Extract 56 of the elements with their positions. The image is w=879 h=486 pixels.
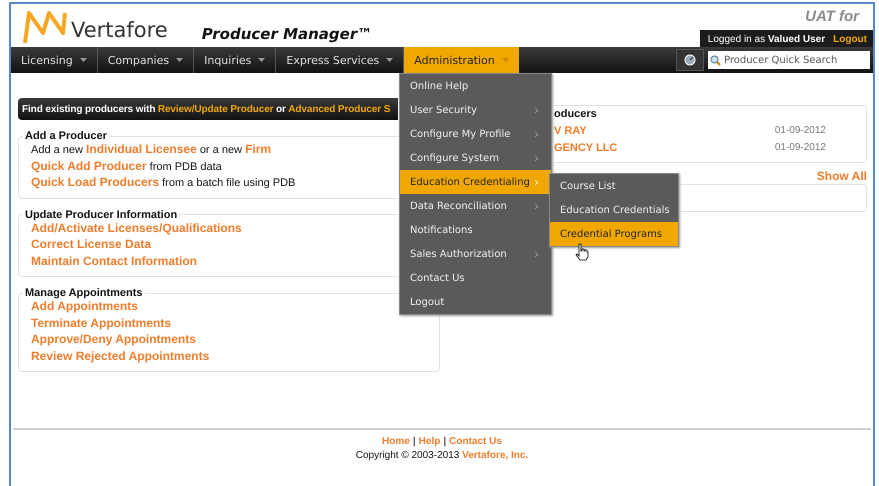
- nav-item[interactable]: Licensing: [11, 47, 98, 73]
- dashboard-button[interactable]: [676, 49, 704, 71]
- section-title: Manage Appointments: [24, 287, 144, 299]
- menu-item[interactable]: Configure My Profile: [400, 122, 551, 146]
- banner-text: or: [276, 104, 286, 114]
- logo-icon: [23, 9, 67, 45]
- section-text: Add a new: [31, 144, 83, 156]
- caret-icon: [502, 58, 509, 62]
- menu-item[interactable]: Logout: [400, 290, 551, 314]
- menu-item[interactable]: Education Credentialing: [400, 170, 551, 194]
- chevron-icon: [532, 178, 541, 186]
- separator: |: [412, 436, 416, 447]
- nav-item[interactable]: Administration: [404, 47, 519, 73]
- environment-label: UAT for: [805, 8, 859, 25]
- caret-icon: [176, 58, 184, 62]
- menu-item[interactable]: Online Help: [400, 74, 551, 98]
- caret-icon: [258, 58, 266, 62]
- banner-link[interactable]: Review/Update Producer: [158, 104, 274, 114]
- section-title: Add a Producer: [24, 130, 108, 142]
- banner-text: Find existing producers with: [22, 104, 156, 114]
- producer-date: 01-09-2012: [774, 125, 826, 137]
- submenu-item[interactable]: Course List: [550, 174, 678, 198]
- menu-item[interactable]: Sales Authorization: [400, 242, 551, 266]
- banner-link[interactable]: Advanced Producer S: [288, 104, 390, 114]
- chevron-icon: [532, 106, 541, 114]
- product-title: Producer Manager™: [202, 25, 372, 43]
- quick-search-field[interactable]: Producer Quick Search: [708, 51, 870, 69]
- search-icon: [710, 54, 721, 66]
- submenu-item[interactable]: Education Credentials: [550, 198, 678, 222]
- menu-item[interactable]: Contact Us: [400, 266, 551, 290]
- chevron-icon: [532, 130, 541, 138]
- login-status: Logged in as Valued User: [708, 34, 826, 45]
- panel-title: oducers: [554, 108, 598, 120]
- nav-item[interactable]: Inquiries: [194, 47, 276, 73]
- copyright-text: Copyright © 2003-2013 Vertafore, Inc.: [356, 450, 528, 461]
- hand-cursor-icon: [575, 243, 589, 261]
- caret-icon: [386, 58, 394, 62]
- menu-item[interactable]: Configure System: [400, 146, 551, 170]
- submenu-item[interactable]: Credential Programs: [550, 222, 678, 246]
- chevron-icon: [532, 250, 541, 258]
- chevron-icon: [532, 154, 541, 162]
- section-title: Update Producer Information: [24, 208, 178, 220]
- chevron-icon: [532, 202, 541, 210]
- menu-item[interactable]: Data Reconciliation: [400, 194, 551, 218]
- logout-link[interactable]: Logout: [833, 34, 867, 45]
- gauge-icon: [684, 54, 696, 66]
- menu-item[interactable]: User Security: [400, 98, 551, 122]
- section-text: from PDB data: [150, 160, 222, 172]
- separator: |: [443, 436, 446, 447]
- caret-icon: [80, 58, 87, 62]
- section-text: from a batch file using PDB: [162, 177, 296, 189]
- nav-item[interactable]: Companies: [98, 47, 194, 73]
- menu-item[interactable]: Notifications: [400, 218, 551, 242]
- producer-date: 01-09-2012: [774, 142, 826, 154]
- section-text: or a new: [200, 144, 242, 156]
- brand-name: Vertafore: [71, 18, 168, 42]
